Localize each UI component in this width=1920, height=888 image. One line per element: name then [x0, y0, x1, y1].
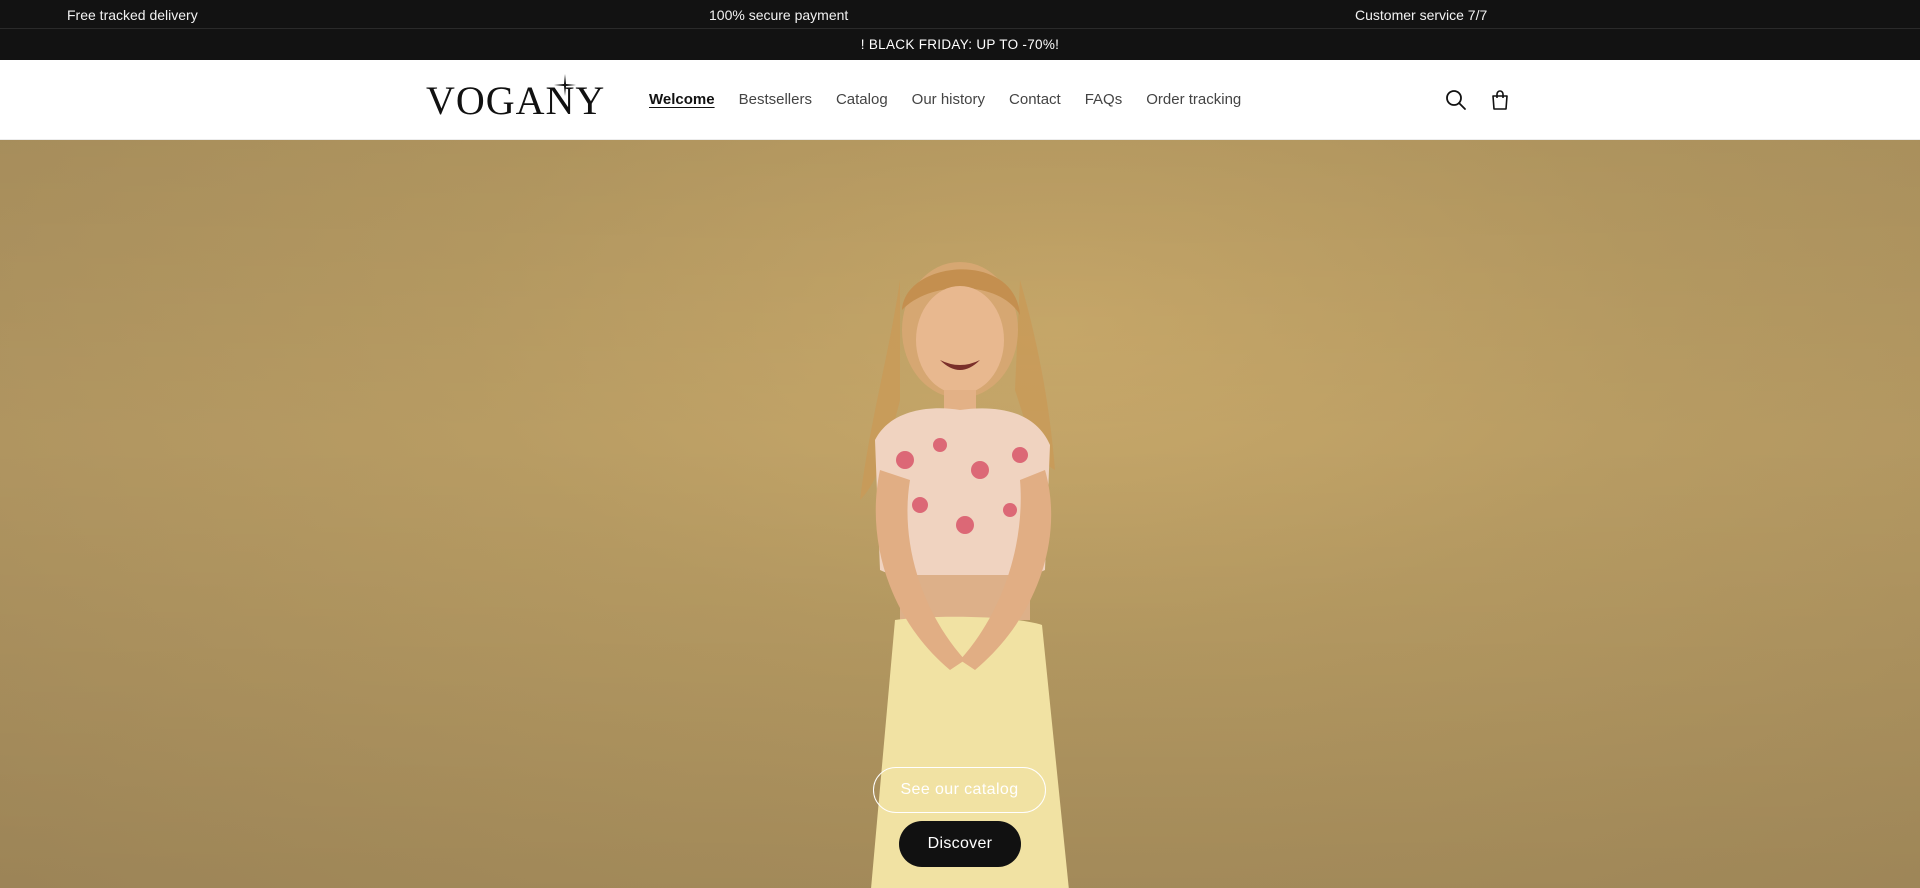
discover-button[interactable]: Discover	[899, 821, 1021, 867]
nav-order-tracking[interactable]: Order tracking	[1146, 91, 1241, 108]
search-button[interactable]	[1442, 86, 1470, 114]
site-header: VOGANY Welcome Bestsellers Catalog Our h…	[0, 60, 1920, 140]
nav-our-history[interactable]: Our history	[912, 91, 985, 108]
sparkle-icon	[554, 74, 576, 96]
top-info-bar: Free tracked delivery 100% secure paymen…	[0, 0, 1920, 29]
nav-welcome[interactable]: Welcome	[649, 91, 715, 108]
cart-button[interactable]	[1486, 86, 1514, 114]
shopping-bag-icon	[1492, 90, 1508, 110]
nav-faqs[interactable]: FAQs	[1085, 91, 1123, 108]
nav-contact[interactable]: Contact	[1009, 91, 1061, 108]
hero-banner: See our catalog Discover	[0, 140, 1920, 888]
main-nav: Welcome Bestsellers Catalog Our history …	[649, 91, 1265, 108]
free-delivery-text: Free tracked delivery	[67, 7, 198, 23]
search-icon	[1446, 90, 1466, 110]
announcement-bar[interactable]: ! BLACK FRIDAY: UP TO -70%!	[0, 29, 1920, 60]
secure-payment-text: 100% secure payment	[709, 7, 849, 23]
logo[interactable]: VOGANY	[426, 74, 604, 124]
customer-service-text: Customer service 7/7	[1355, 7, 1488, 23]
logo-text: VOGANY	[426, 78, 606, 123]
nav-catalog[interactable]: Catalog	[836, 91, 888, 108]
see-catalog-button[interactable]: See our catalog	[873, 767, 1046, 813]
nav-bestsellers[interactable]: Bestsellers	[739, 91, 812, 108]
